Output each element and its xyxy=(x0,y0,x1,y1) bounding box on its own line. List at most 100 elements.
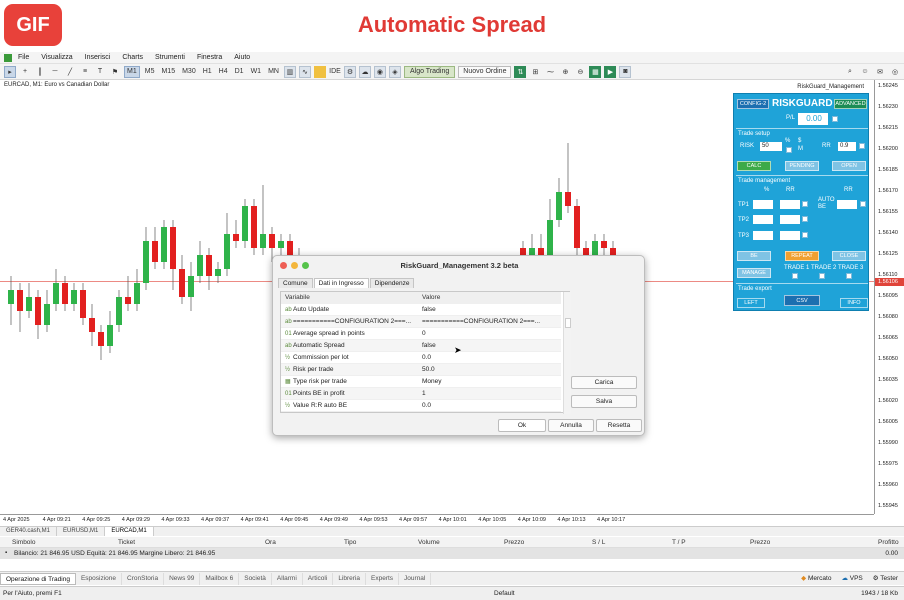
auto-be-input[interactable] xyxy=(837,200,857,209)
load-button[interactable]: Carica xyxy=(571,376,637,389)
cancel-button[interactable]: Annulla xyxy=(548,419,594,432)
col-volume[interactable]: Volume xyxy=(418,539,440,546)
cloud-icon[interactable]: ☁ xyxy=(358,65,371,78)
tp2-checkbox[interactable] xyxy=(802,216,808,222)
col-time[interactable]: Ora xyxy=(265,539,276,546)
tab-experts[interactable]: Experts xyxy=(366,572,400,585)
signals-icon[interactable]: ◉ xyxy=(373,65,386,78)
table-row[interactable]: ▦ Type risk per trade Money xyxy=(281,376,561,388)
row-value[interactable]: 50.0 xyxy=(422,364,435,376)
vertical-line-icon[interactable]: ┃ xyxy=(34,66,46,78)
percent-option[interactable]: % xyxy=(785,138,790,144)
col-ticket[interactable]: Ticket xyxy=(118,539,135,546)
tab-news[interactable]: News 99 xyxy=(164,572,201,585)
market-link[interactable]: ◆ Mercato xyxy=(801,574,831,582)
table-row[interactable]: 01Average spread in points 0 xyxy=(281,328,561,340)
chart-tab-ger40[interactable]: GER40.cash,M1 xyxy=(0,527,58,536)
ok-button[interactable]: Ok xyxy=(498,419,546,432)
tab-company[interactable]: Società xyxy=(239,572,272,585)
row-value[interactable]: 0 xyxy=(422,328,426,340)
zoom-out-icon[interactable]: ⊖ xyxy=(574,66,586,78)
tile-windows-icon[interactable]: ▦ xyxy=(589,65,602,78)
tab-trade[interactable]: Operazione di Trading xyxy=(0,572,76,585)
trendline-icon[interactable]: ╱ xyxy=(64,66,76,78)
trade3-checkbox[interactable] xyxy=(846,273,852,279)
status-profile[interactable]: Default xyxy=(494,590,515,597)
tester-link[interactable]: ⚙ Tester xyxy=(873,574,898,582)
new-order-button[interactable]: Nuovo Ordine xyxy=(458,65,512,78)
bars-icon[interactable]: ⊞ xyxy=(529,66,541,78)
zoom-in-icon[interactable]: ⊕ xyxy=(559,66,571,78)
templates-icon[interactable] xyxy=(313,65,326,78)
chart-tab-eurusd[interactable]: EURUSD,M1 xyxy=(57,527,106,536)
save-button[interactable]: Salva xyxy=(571,395,637,408)
row-value[interactable]: false xyxy=(422,340,436,352)
col-type[interactable]: Tipo xyxy=(344,539,356,546)
menu-window[interactable]: Finestra xyxy=(197,54,222,61)
dollar-option[interactable]: $ xyxy=(798,138,801,144)
table-row[interactable]: ½ Risk per trade 50.0 xyxy=(281,364,561,376)
ide-button[interactable]: IDE xyxy=(329,66,341,78)
autoscroll-icon[interactable]: ▶ xyxy=(604,65,617,78)
pending-button[interactable]: PENDING xyxy=(785,161,819,171)
info-button[interactable]: INFO xyxy=(840,298,868,308)
menu-help[interactable]: Aiuto xyxy=(234,54,250,61)
tp1-percent-input[interactable] xyxy=(753,200,773,209)
menu-tools[interactable]: Strumenti xyxy=(155,54,185,61)
advanced-mode-button[interactable]: ADVANCED xyxy=(834,99,867,109)
row-value[interactable]: ===========CONFIGURATION 2===... xyxy=(422,316,540,328)
table-row[interactable]: 01Points BE in profit 1 xyxy=(281,388,561,400)
tab-journal[interactable]: Journal xyxy=(399,572,432,585)
shapes-icon[interactable]: ⚑ xyxy=(109,66,121,78)
reset-button[interactable]: Resetta xyxy=(596,419,642,432)
tp3-checkbox[interactable] xyxy=(802,232,808,238)
tf-m30[interactable]: M30 xyxy=(180,66,198,78)
cursor-tool-icon[interactable]: ▸ xyxy=(4,65,16,78)
tf-m5[interactable]: M5 xyxy=(143,66,157,78)
indicators-icon[interactable]: ∿ xyxy=(298,65,311,78)
be-button[interactable]: BE xyxy=(737,251,771,261)
tf-h1[interactable]: H1 xyxy=(201,66,214,78)
search-icon[interactable]: ⌕ xyxy=(844,66,856,78)
tab-common[interactable]: Comune xyxy=(278,278,313,288)
tp3-percent-input[interactable] xyxy=(753,231,773,240)
auto-be-checkbox[interactable] xyxy=(860,201,866,207)
row-value[interactable]: 1 xyxy=(422,388,426,400)
screenshot-icon[interactable]: ◙ xyxy=(619,65,632,78)
tf-mn[interactable]: MN xyxy=(266,66,281,78)
close-button[interactable]: CLOSE xyxy=(832,251,866,261)
tp1-rr-input[interactable] xyxy=(780,200,800,209)
depth-of-market-icon[interactable]: ⇅ xyxy=(514,65,527,78)
open-button[interactable]: OPEN xyxy=(832,161,866,171)
table-row[interactable]: abAuto Update false xyxy=(281,304,561,316)
col-price-current[interactable]: Prezzo xyxy=(750,539,770,546)
scrollbar-thumb[interactable] xyxy=(565,318,571,328)
user-icon[interactable]: ☺ xyxy=(859,66,871,78)
table-row[interactable]: abAutomatic Spread false xyxy=(281,340,561,352)
col-symbol[interactable]: Simbolo xyxy=(12,539,35,546)
tab-mailbox[interactable]: Mailbox 6 xyxy=(200,572,240,585)
csv-button[interactable]: CSV xyxy=(784,295,820,306)
trade2-checkbox[interactable] xyxy=(819,273,825,279)
col-profit[interactable]: Profitto xyxy=(878,539,899,546)
chart-type-icon[interactable]: ▥ xyxy=(283,65,296,78)
left-button[interactable]: LEFT xyxy=(737,298,765,308)
table-row[interactable]: ab===========CONFIGURATION 2===... =====… xyxy=(281,316,561,328)
vps-link[interactable]: ☁ VPS xyxy=(841,574,862,582)
tab-alerts[interactable]: Allarmi xyxy=(272,572,303,585)
tf-w1[interactable]: W1 xyxy=(249,66,264,78)
table-row[interactable]: ½ Commission per lot 0.0 xyxy=(281,352,561,364)
menu-file[interactable]: File xyxy=(18,54,29,61)
strategy-icon[interactable]: ⚙ xyxy=(343,65,356,78)
tf-h4[interactable]: H4 xyxy=(217,66,230,78)
col-tp[interactable]: T / P xyxy=(672,539,686,546)
rr-input[interactable]: 0.9 xyxy=(838,142,856,151)
tp2-rr-input[interactable] xyxy=(780,215,800,224)
col-sl[interactable]: S / L xyxy=(592,539,605,546)
row-value[interactable]: false xyxy=(422,304,436,316)
algo-trading-button[interactable]: Algo Trading xyxy=(403,65,456,78)
menu-insert[interactable]: Inserisci xyxy=(85,54,111,61)
extra-icon[interactable]: ◎ xyxy=(889,66,901,78)
tab-dependencies[interactable]: Dipendenze xyxy=(369,278,415,288)
tab-articles[interactable]: Articoli xyxy=(303,572,334,585)
